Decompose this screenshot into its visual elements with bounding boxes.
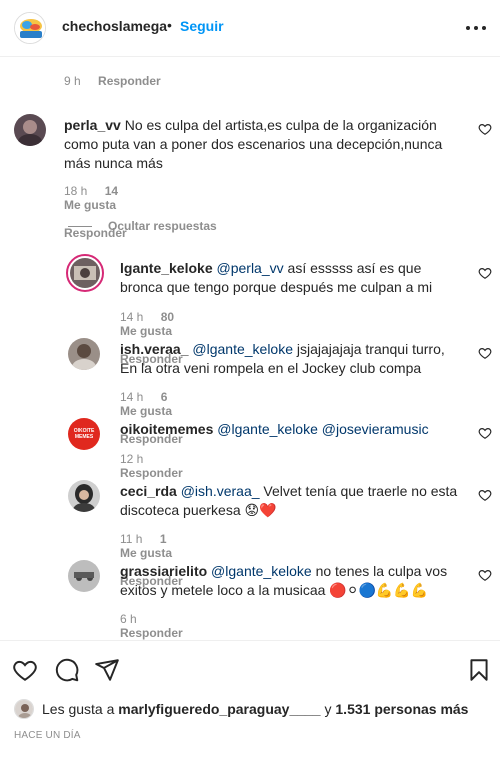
- reply-emoji: 🔴⚪🔵💪💪💪: [329, 582, 429, 598]
- avatar[interactable]: [14, 114, 46, 146]
- avatar[interactable]: [68, 560, 100, 592]
- reply-emoji: 😟❤️: [244, 502, 277, 518]
- post-author-username[interactable]: chechoslamega: [62, 18, 167, 34]
- comment-text: No es culpa del artista,es culpa de la o…: [64, 117, 443, 171]
- reply-mention-second[interactable]: @josevieramusic: [322, 421, 429, 437]
- like-heart-icon[interactable]: [478, 568, 492, 582]
- header-separator: •: [167, 17, 172, 33]
- reply-mention[interactable]: @perla_vv: [217, 260, 284, 276]
- follow-button[interactable]: Seguir: [180, 18, 224, 34]
- reply-username[interactable]: oikoitememes: [120, 421, 213, 437]
- like-heart-icon[interactable]: [478, 346, 492, 360]
- reply-text-block: ceci_rda @ish.veraa_ Velvet tenía que tr…: [120, 482, 465, 520]
- reply-text-block: lgante_keloke @perla_vv así esssss así e…: [120, 259, 460, 297]
- likes-prefix: Les gusta a: [42, 701, 115, 717]
- reply-username[interactable]: ceci_rda: [120, 483, 177, 499]
- reply-meta: 12 h Responder: [120, 452, 183, 480]
- like-heart-icon[interactable]: [478, 122, 492, 136]
- comment-username[interactable]: perla_vv: [64, 117, 121, 133]
- like-heart-icon[interactable]: [478, 266, 492, 280]
- reply-meta: 6 h Responder: [120, 612, 183, 640]
- post-timestamp[interactable]: HACE UN DÍA: [14, 730, 81, 741]
- hide-replies-label: Ocultar respuestas: [108, 219, 217, 233]
- likes-count-link[interactable]: 1.531 personas más: [335, 701, 468, 717]
- reply-button[interactable]: Responder: [120, 626, 183, 640]
- reply-mention[interactable]: @lgante_keloke: [192, 341, 293, 357]
- bookmark-icon[interactable]: [466, 657, 492, 683]
- reply-text-block: oikoitememes @lgante_keloke @josevieramu…: [120, 420, 465, 439]
- avatar[interactable]: [68, 338, 100, 370]
- like-heart-icon[interactable]: [478, 488, 492, 502]
- reply-mention[interactable]: @ish.veraa_: [181, 483, 260, 499]
- divider: [68, 225, 92, 227]
- avatar[interactable]: [66, 254, 104, 292]
- profile-avatar[interactable]: [14, 12, 46, 44]
- comment-text-block: perla_vv No es culpa del artista,es culp…: [64, 116, 464, 173]
- avatar-text: OIKOITE MEMES: [73, 428, 95, 440]
- like-heart-icon[interactable]: [478, 426, 492, 440]
- reply-time: 6 h: [120, 612, 137, 626]
- reply-button[interactable]: Responder: [98, 74, 161, 88]
- likes-summary: Les gusta a marlyfiguered​o_paraguay____…: [14, 699, 468, 719]
- like-heart-icon[interactable]: [12, 657, 38, 683]
- more-options-icon[interactable]: [466, 18, 486, 38]
- comment-time: 18 h: [64, 184, 88, 198]
- reply-time: 12 h: [120, 452, 144, 466]
- reply-time: 14 h: [120, 390, 144, 404]
- comment-time: 9 h: [64, 74, 81, 88]
- share-send-icon[interactable]: [94, 657, 120, 683]
- comment-bubble-icon[interactable]: [54, 657, 80, 683]
- avatar[interactable]: [68, 480, 100, 512]
- avatar[interactable]: [14, 699, 34, 719]
- reply-text-block: ish.veraa_ @lgante_keloke jsjajajajaja t…: [120, 340, 465, 378]
- reply-text-block: grassiarielito @lgante_keloke no tenes l…: [120, 562, 465, 600]
- reply-time: 11 h: [120, 532, 143, 546]
- likes-user-link[interactable]: marlyfiguered​o_paraguay____: [118, 701, 320, 717]
- reply-username[interactable]: grassiarielito: [120, 563, 207, 579]
- post-actions-bar: [0, 640, 500, 700]
- reply-mention[interactable]: @lgante_keloke: [211, 563, 312, 579]
- hide-replies-button[interactable]: Ocultar respuestas: [68, 219, 217, 233]
- avatar[interactable]: OIKOITE MEMES: [68, 418, 100, 450]
- reply-username[interactable]: ish.veraa_: [120, 341, 189, 357]
- likes-middle: y: [324, 701, 332, 717]
- reply-mention[interactable]: @lgante_keloke: [217, 421, 318, 437]
- reply-username[interactable]: lgante_keloke: [120, 260, 213, 276]
- reply-time: 14 h: [120, 310, 144, 324]
- comment-meta: 9 h Responder: [64, 74, 161, 88]
- reply-button[interactable]: Responder: [120, 466, 183, 480]
- post-header: chechoslamega • Seguir: [0, 0, 500, 57]
